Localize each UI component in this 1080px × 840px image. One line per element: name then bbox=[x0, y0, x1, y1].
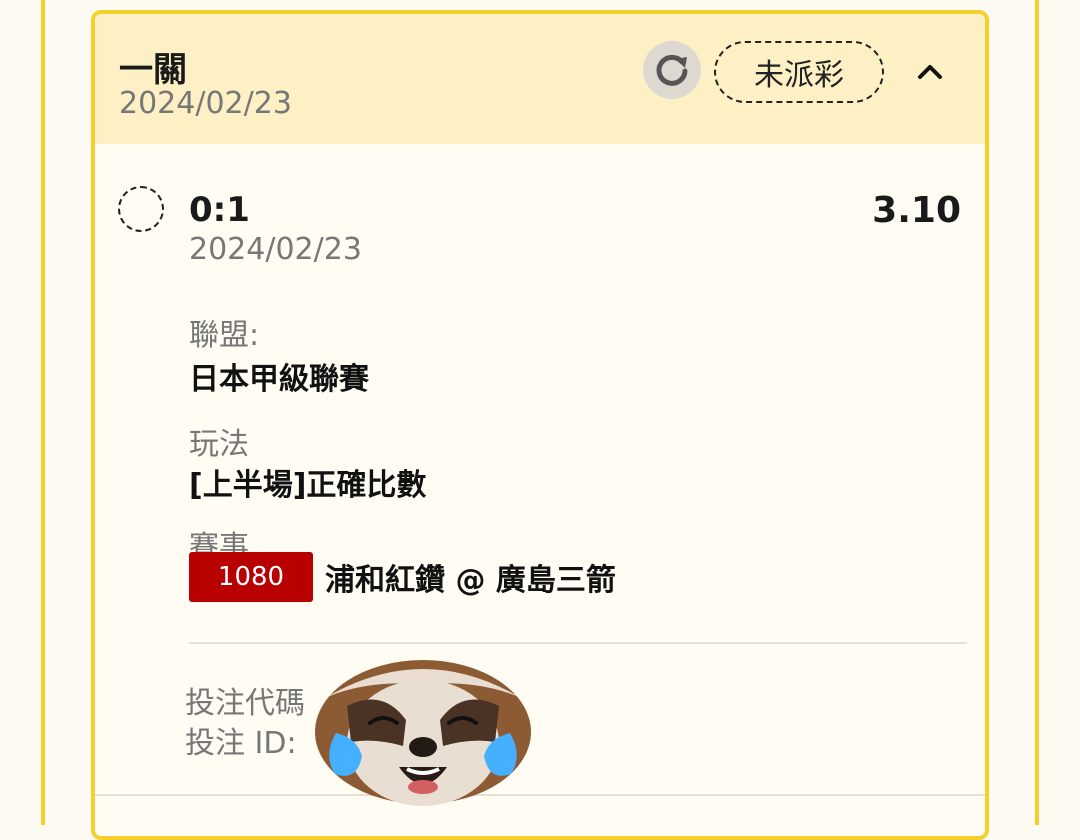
bet-header-date: 2024/02/23 bbox=[119, 86, 292, 121]
league-label: 聯盟: bbox=[189, 318, 260, 353]
market-label: 玩法 bbox=[189, 427, 249, 462]
crying-sloth-emoji-icon bbox=[315, 660, 531, 806]
right-frame-line bbox=[1035, 0, 1039, 825]
bet-selection-radio[interactable] bbox=[118, 186, 164, 232]
left-frame-line bbox=[41, 0, 45, 825]
match-number-badge: 1080 bbox=[189, 552, 313, 602]
collapse-button[interactable] bbox=[913, 56, 947, 86]
refresh-icon bbox=[656, 54, 688, 86]
market-value: [上半場]正確比數 bbox=[189, 468, 427, 503]
league-value: 日本甲級聯賽 bbox=[189, 362, 369, 397]
section-divider bbox=[189, 642, 967, 644]
refresh-button[interactable] bbox=[643, 41, 701, 99]
bet-date: 2024/02/23 bbox=[189, 232, 362, 267]
bet-id-label: 投注 ID: bbox=[185, 726, 297, 761]
bet-type-title: 一關 bbox=[119, 50, 187, 90]
chevron-up-icon bbox=[918, 65, 942, 79]
bet-code-label: 投注代碼 bbox=[185, 686, 305, 721]
bet-selection: 0:1 bbox=[189, 190, 250, 230]
settlement-status-badge: 未派彩 bbox=[714, 41, 884, 103]
match-row: 1080 浦和紅鑽 @ 廣島三箭 bbox=[189, 550, 616, 604]
bet-card-header[interactable]: 一關 2024/02/23 未派彩 bbox=[95, 14, 985, 144]
bet-odds: 3.10 bbox=[872, 190, 961, 231]
match-name: 浦和紅鑽 @ 廣島三箭 bbox=[325, 563, 616, 598]
